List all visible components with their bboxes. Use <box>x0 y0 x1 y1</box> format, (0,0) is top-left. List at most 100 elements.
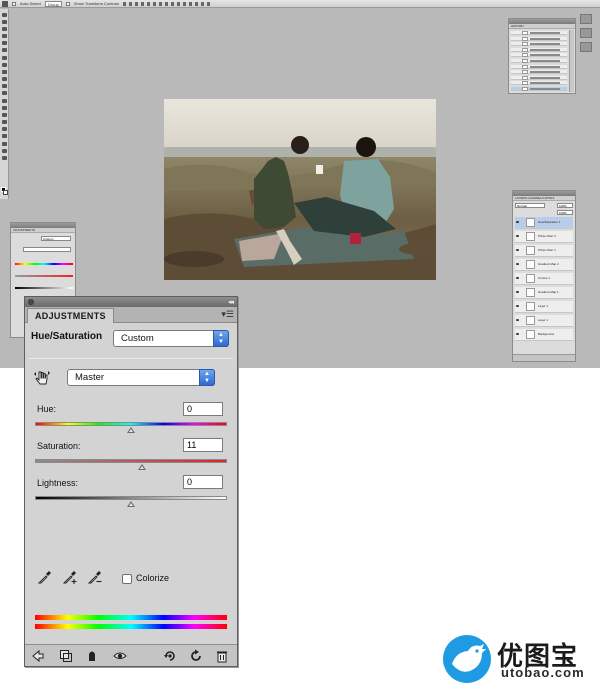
eyedropper-icon[interactable] <box>37 569 53 585</box>
layer-visibility-eye-icon[interactable] <box>516 263 519 265</box>
saturation-slider-thumb[interactable] <box>137 464 146 470</box>
layer-visibility-eye-icon[interactable] <box>516 319 519 321</box>
hue-input[interactable]: 0 <box>183 402 223 416</box>
history-row[interactable] <box>511 47 567 52</box>
fill-field[interactable]: 100% <box>557 210 573 215</box>
history-row[interactable] <box>511 42 567 47</box>
targeted-adjustment-hand-icon[interactable] <box>33 369 51 387</box>
mini-saturation-slider[interactable] <box>15 275 73 277</box>
layer-row[interactable]: Hue/Saturation 1 <box>515 217 573 229</box>
layers-tab[interactable]: LAYERS <box>515 196 527 200</box>
panel-menu-icon[interactable]: ▾☰ <box>221 310 234 319</box>
dock-icon-2[interactable] <box>580 28 592 38</box>
history-row[interactable] <box>511 81 567 86</box>
shape-tool-icon[interactable] <box>2 134 7 138</box>
zoom-tool-icon[interactable] <box>2 156 7 160</box>
reset-icon[interactable] <box>189 649 203 663</box>
preset-dropdown[interactable]: Custom ▲ ▼ <box>113 330 229 347</box>
crop-tool-icon[interactable] <box>2 41 7 45</box>
lasso-tool-icon[interactable] <box>2 27 7 31</box>
history-tab[interactable]: HISTORY <box>509 24 575 29</box>
mini-preset-select[interactable]: Custom <box>41 236 71 241</box>
hand-tool-icon[interactable] <box>2 149 7 153</box>
layer-visibility-eye-icon[interactable] <box>516 305 519 307</box>
history-scrollbar[interactable] <box>569 30 574 92</box>
channels-tab[interactable]: CHANNELS <box>527 196 543 200</box>
quick-select-tool-icon[interactable] <box>2 34 7 38</box>
hue-slider-track[interactable] <box>35 422 227 426</box>
channel-dropdown[interactable]: Master ▲ ▼ <box>67 369 215 386</box>
trash-icon[interactable] <box>215 649 229 663</box>
saturation-input[interactable]: 11 <box>183 438 223 452</box>
layer-row[interactable]: Gradient Map 1 <box>515 287 573 299</box>
saturation-slider-track[interactable] <box>35 459 227 463</box>
marquee-tool-icon[interactable] <box>2 20 7 24</box>
layer-row[interactable]: Layer 1 <box>515 315 573 327</box>
mini-channel-select[interactable] <box>23 247 71 252</box>
visibility-eye-toggle-icon[interactable] <box>85 649 99 663</box>
layer-visibility-eye-icon[interactable] <box>516 249 519 251</box>
history-row[interactable] <box>511 59 567 63</box>
history-row[interactable] <box>511 53 567 58</box>
lightness-slider-thumb[interactable] <box>127 501 135 507</box>
layer-visibility-eye-icon[interactable] <box>516 235 519 237</box>
stamp-tool-icon[interactable] <box>2 70 7 74</box>
layer-visibility-eye-icon[interactable] <box>516 221 519 223</box>
auto-select-target-select[interactable]: Group <box>44 0 62 7</box>
align-icons[interactable] <box>122 1 213 6</box>
show-transform-checkbox[interactable] <box>65 1 70 6</box>
view-previous-state-icon[interactable] <box>163 649 177 663</box>
mini-hue-slider[interactable] <box>15 263 73 265</box>
layer-visibility-eye-icon[interactable] <box>516 333 519 335</box>
3d-tool-icon[interactable] <box>2 142 7 146</box>
gradient-tool-icon[interactable] <box>2 91 7 95</box>
layer-visibility-eye-icon[interactable] <box>516 277 519 279</box>
history-row[interactable] <box>511 70 567 75</box>
paths-tab[interactable]: PATHS <box>545 196 555 200</box>
layer-row[interactable]: Gradient Map 2 <box>515 259 573 271</box>
close-panel-icon[interactable] <box>28 299 34 305</box>
healing-tool-icon[interactable] <box>2 56 7 60</box>
layer-row[interactable]: Background <box>515 329 573 341</box>
tab-adjustments[interactable]: ADJUSTMENTS <box>27 308 114 323</box>
dodge-tool-icon[interactable] <box>2 106 7 110</box>
type-tool-icon[interactable] <box>2 120 7 124</box>
clip-to-layer-icon[interactable] <box>59 649 73 663</box>
dock-icon-1[interactable] <box>580 14 592 24</box>
move-tool-icon[interactable] <box>2 13 7 17</box>
lightness-slider-track[interactable] <box>35 496 227 500</box>
brush-tool-icon[interactable] <box>2 63 7 67</box>
mini-adjustments-tab[interactable]: ADJUSTMENTS <box>11 228 75 233</box>
eyedropper-minus-icon[interactable] <box>87 569 103 585</box>
layer-visibility-eye-icon[interactable] <box>516 291 519 293</box>
opacity-field[interactable]: 100% <box>557 203 573 208</box>
history-row[interactable] <box>511 36 567 41</box>
layers-tabs[interactable]: LAYERS CHANNELS PATHS <box>513 196 575 201</box>
blend-mode-select[interactable]: Normal <box>515 203 545 208</box>
blur-tool-icon[interactable] <box>2 99 7 103</box>
history-row[interactable] <box>511 87 567 91</box>
history-row[interactable] <box>511 64 567 69</box>
history-row[interactable] <box>511 31 567 35</box>
layer-row[interactable]: Curves 1 <box>515 273 573 285</box>
layer-row[interactable]: Photo Filter 1 <box>515 245 573 257</box>
mini-lightness-slider[interactable] <box>15 287 73 289</box>
history-brush-tool-icon[interactable] <box>2 77 7 81</box>
auto-select-checkbox[interactable] <box>12 1 16 6</box>
hue-slider-thumb[interactable] <box>127 427 135 433</box>
eyedropper-plus-icon[interactable] <box>62 569 78 585</box>
dock-icon-3[interactable] <box>580 42 592 52</box>
background-color-swatch[interactable] <box>3 190 8 195</box>
canvas-photo[interactable] <box>164 99 436 280</box>
layer-row[interactable]: Photo Filter 2 <box>515 231 573 243</box>
eye-icon[interactable] <box>113 649 127 663</box>
colorize-checkbox[interactable] <box>122 574 132 584</box>
eraser-tool-icon[interactable] <box>2 84 7 88</box>
collapse-panel-icon[interactable]: ◂◂ <box>228 298 234 306</box>
layer-row[interactable]: Layer 1 <box>515 301 573 313</box>
lightness-input[interactable]: 0 <box>183 475 223 489</box>
history-row[interactable] <box>511 75 567 80</box>
eyedropper-tool-icon[interactable] <box>2 48 7 52</box>
path-select-tool-icon[interactable] <box>2 127 7 131</box>
panel-titlebar[interactable]: ◂◂ <box>25 297 237 307</box>
